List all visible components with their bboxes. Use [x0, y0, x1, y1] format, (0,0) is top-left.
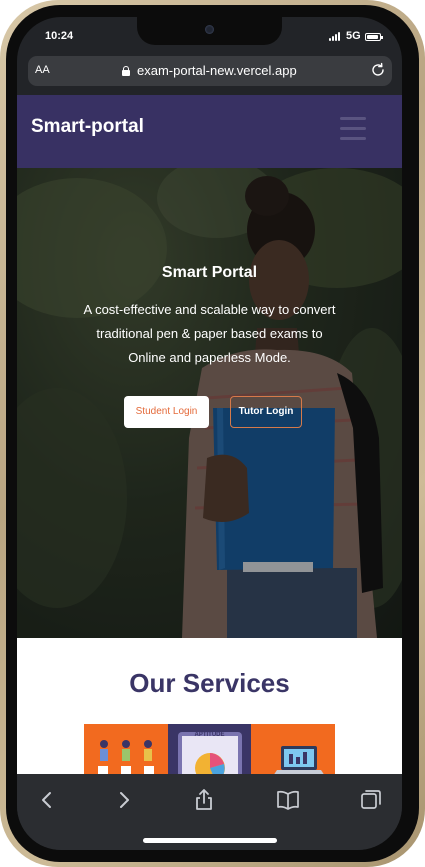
student-login-button[interactable]: Student Login — [124, 396, 209, 428]
site-navbar: Smart-portal — [17, 95, 402, 168]
status-time: 10:24 — [45, 30, 74, 42]
hero-title: Smart Portal — [161, 264, 258, 281]
signal-icon — [329, 32, 343, 41]
laptop-illustration — [274, 746, 324, 774]
address-bar[interactable]: AA exam-portal-new.vercel.app — [28, 56, 392, 86]
notch — [137, 17, 282, 45]
url-text[interactable]: exam-portal-new.vercel.app — [137, 63, 297, 78]
web-content: Smart-portal Smart Portal A cost-effecti… — [17, 95, 402, 774]
hero-section: Smart Portal A cost-effective and scalab… — [17, 168, 402, 638]
service-tile-online[interactable] — [251, 724, 335, 774]
services-title: Our Services — [129, 668, 290, 698]
hero-photo — [17, 168, 402, 638]
service-tile-services[interactable] — [84, 724, 168, 774]
share-icon[interactable] — [192, 788, 216, 812]
aptitude-label: APTITUDE — [194, 732, 225, 738]
text-size-button[interactable]: AA — [35, 64, 50, 76]
reload-icon[interactable] — [370, 62, 386, 78]
hero-description: A cost-effective and scalable way to con… — [83, 302, 336, 365]
tutor-login-button[interactable]: Tutor Login — [230, 396, 302, 428]
home-indicator — [143, 838, 277, 843]
battery-icon — [365, 33, 383, 41]
network-label: 5G — [346, 30, 361, 42]
site-brand[interactable]: Smart-portal — [31, 116, 144, 138]
forward-icon[interactable] — [112, 788, 136, 812]
back-icon[interactable] — [35, 788, 59, 812]
camera-icon — [205, 25, 214, 34]
tabs-icon[interactable] — [359, 788, 383, 812]
menu-icon[interactable] — [340, 117, 366, 141]
services-section: Our Services APTITUDE — [17, 638, 402, 774]
bookmarks-icon[interactable] — [276, 788, 300, 812]
lock-icon — [122, 66, 130, 76]
browser-toolbar — [17, 774, 402, 850]
service-tile-aptitude[interactable]: APTITUDE — [168, 724, 251, 774]
services-tiles: APTITUDE — [84, 724, 335, 774]
people-illustration — [98, 740, 154, 774]
phone-screen: 10:24 5G AA exam-portal-new.vercel.app S… — [17, 17, 402, 850]
